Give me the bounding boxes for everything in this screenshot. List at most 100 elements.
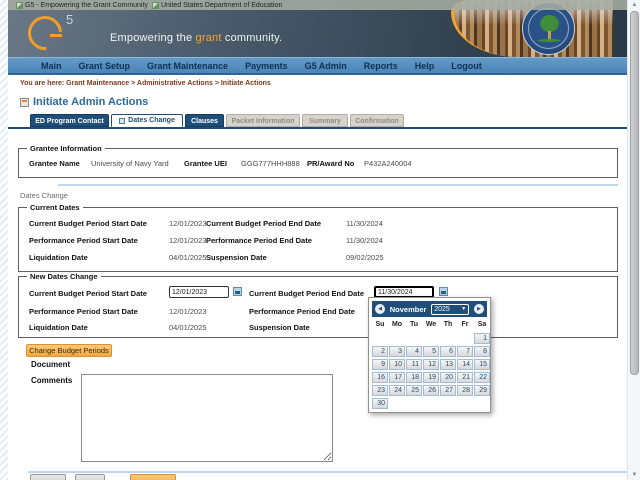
calendar-day-header: Tu <box>409 321 419 328</box>
tab-ed-program-contact[interactable]: ED Program Contact <box>30 114 109 127</box>
liquidation-date-value: 04/01/2025 <box>169 253 207 262</box>
calendar-day-cell[interactable]: 9 <box>372 359 388 370</box>
calendar-day-header: Fr <box>461 321 469 328</box>
nav-item-payments[interactable]: Payments <box>245 61 288 71</box>
calendar-day-cell[interactable]: 27 <box>440 385 456 396</box>
current-budget-end-value: 11/30/2024 <box>346 219 383 228</box>
bottom-action-button-2[interactable] <box>75 474 105 480</box>
nav-item-main[interactable]: Main <box>41 61 62 71</box>
breadcrumb-path[interactable]: Grant Maintenance > Administrative Actio… <box>66 80 271 87</box>
performance-end-label: Performance Period End Date <box>206 236 312 245</box>
calendar-empty-cell <box>440 398 456 409</box>
calendar-empty-cell <box>406 398 422 409</box>
tab-clauses[interactable]: Clauses <box>185 114 224 127</box>
calendar-trigger-icon[interactable] <box>233 287 242 296</box>
nav-item-grant-maintenance[interactable]: Grant Maintenance <box>147 61 228 71</box>
calendar-day-cell[interactable]: 19 <box>423 372 439 383</box>
performance-start-value: 12/01/2023 <box>169 236 207 245</box>
change-budget-periods-button[interactable]: Change Budget Periods <box>26 344 112 357</box>
calendar-empty-cell <box>423 333 439 344</box>
calendar-header: ◀ November 2025 ▼ ▶ <box>372 301 487 317</box>
nav-item-help[interactable]: Help <box>415 61 435 71</box>
calendar-grid: Su Mo Tu We Th Fr Sa 1 2 3 4 5 6 7 8 9 10 11 12 13 14 15 16 17 1… <box>372 321 490 409</box>
new-budget-start-input[interactable] <box>169 286 229 298</box>
scroll-down-button[interactable]: ▼ <box>629 470 640 480</box>
nav-item-logout[interactable]: Logout <box>451 61 482 71</box>
calendar-next-button[interactable]: ▶ <box>473 304 484 314</box>
new-liquidation-date-value: 04/01/2025 <box>169 323 207 332</box>
current-dates-legend: Current Dates <box>27 203 83 212</box>
calendar-day-cell[interactable]: 28 <box>457 385 473 396</box>
pr-award-no-label: PR/Award No <box>307 159 355 168</box>
calendar-empty-cell <box>457 333 473 344</box>
calendar-day-cell[interactable]: 23 <box>372 385 388 396</box>
calendar-day-cell[interactable]: 8 <box>474 346 490 357</box>
scrollbar-thumb[interactable] <box>630 11 639 375</box>
calendar-day-cell[interactable]: 11 <box>406 359 422 370</box>
calendar-day-cell[interactable]: 1 <box>474 333 490 344</box>
current-dates-fieldset: Current Dates Current Budget Period Star… <box>18 203 618 272</box>
calendar-prev-button[interactable]: ◀ <box>375 304 385 314</box>
calendar-day-header: Th <box>443 321 453 328</box>
calendar-day-cell[interactable]: 30 <box>372 398 388 409</box>
calendar-empty-cell <box>406 333 422 344</box>
main-nav: Main Grant Setup Grant Maintenance Payme… <box>8 57 627 75</box>
calendar-day-cell[interactable]: 26 <box>423 385 439 396</box>
calendar-empty-cell <box>440 333 456 344</box>
grantee-information-legend: Grantee Information <box>27 144 105 153</box>
calendar-day-cell[interactable]: 3 <box>389 346 405 357</box>
calendar-day-cell[interactable]: 2 <box>372 346 388 357</box>
calendar-day-cell[interactable]: 25 <box>406 385 422 396</box>
calendar-day-cell[interactable]: 6 <box>440 346 456 357</box>
calendar-day-cell[interactable]: 15 <box>474 359 490 370</box>
scrollbar[interactable]: ▲ ▼ <box>627 0 640 480</box>
calendar-day-cell[interactable]: 22 <box>474 372 490 383</box>
page-content: 5 Empowering the grant community. G5 - E… <box>8 0 628 480</box>
new-suspension-date-label: Suspension Date <box>249 323 310 332</box>
bottom-action-button-3[interactable] <box>130 474 176 480</box>
calendar-empty-cell <box>389 333 405 344</box>
nav-item-reports[interactable]: Reports <box>364 61 398 71</box>
calendar-year-select[interactable]: 2025 ▼ <box>431 303 470 315</box>
calendar-day-header: Mo <box>391 321 403 328</box>
section-divider <box>28 471 628 473</box>
grantee-uei-label: Grantee UEI <box>184 159 227 168</box>
calendar-day-cell[interactable]: 7 <box>457 346 473 357</box>
calendar-day-cell[interactable]: 17 <box>389 372 405 383</box>
calendar-day-cell[interactable]: 14 <box>457 359 473 370</box>
tab-underline <box>8 127 627 129</box>
nav-item-g5-admin[interactable]: G5 Admin <box>305 61 347 71</box>
calendar-empty-cell <box>474 398 490 409</box>
grantee-uei-value: GGG777HHH888 <box>241 159 300 168</box>
scroll-up-button[interactable]: ▲ <box>629 0 640 10</box>
calendar-day-cell[interactable]: 21 <box>457 372 473 383</box>
bottom-action-button-1[interactable] <box>30 474 66 480</box>
calendar-empty-cell <box>389 398 405 409</box>
calendar-day-cell[interactable]: 5 <box>423 346 439 357</box>
tab-dates-change-icon <box>119 117 126 124</box>
calendar-empty-cell <box>423 398 439 409</box>
calendar-trigger-icon[interactable] <box>439 287 448 296</box>
grantee-information-fieldset: Grantee Information Grantee Name Univers… <box>18 144 618 178</box>
section-divider <box>58 184 618 186</box>
calendar-day-cell[interactable]: 20 <box>440 372 456 383</box>
calendar-day-cell[interactable]: 13 <box>440 359 456 370</box>
calendar-day-cell[interactable]: 4 <box>406 346 422 357</box>
calendar-day-cell[interactable]: 10 <box>389 359 405 370</box>
nav-item-grant-setup[interactable]: Grant Setup <box>79 61 131 71</box>
new-performance-start-value: 12/01/2023 <box>169 307 207 316</box>
comments-textarea[interactable] <box>81 374 333 462</box>
calendar-day-cell[interactable]: 24 <box>389 385 405 396</box>
calendar-empty-cell <box>372 333 388 344</box>
calendar-day-cell[interactable]: 12 <box>423 359 439 370</box>
liquidation-date-label: Liquidation Date <box>29 253 88 262</box>
calendar-day-cell[interactable]: 16 <box>372 372 388 383</box>
calendar-day-header: Su <box>375 321 385 328</box>
new-performance-start-label: Performance Period Start Date <box>29 307 138 316</box>
calendar-day-cell[interactable]: 18 <box>406 372 422 383</box>
window-title-strip: G5 - Empowering the Grant Community Unit… <box>8 0 627 10</box>
calendar-day-cell[interactable]: 29 <box>474 385 490 396</box>
g5-logo-5: 5 <box>66 12 74 27</box>
tab-dates-change[interactable]: Dates Change <box>111 114 183 127</box>
new-dates-change-fieldset: New Dates Change Current Budget Period S… <box>18 272 618 338</box>
